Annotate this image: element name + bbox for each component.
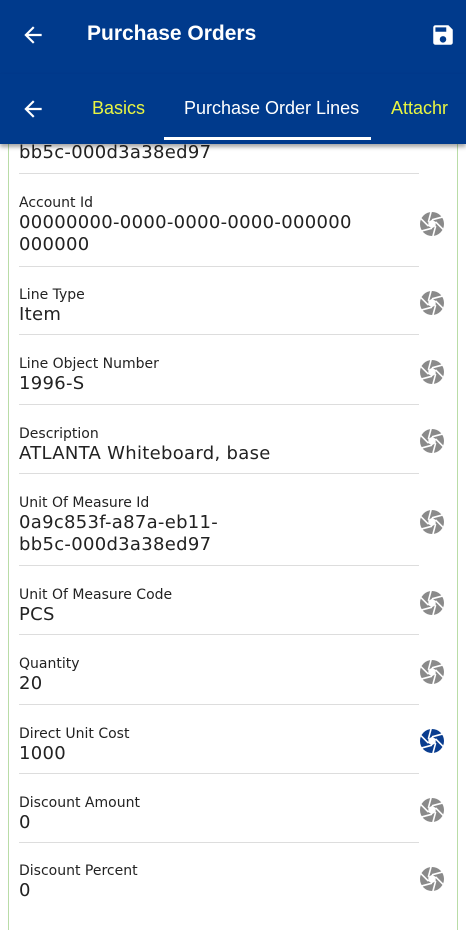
field-value: 20 [19, 673, 43, 694]
field-label: Line Type [19, 287, 85, 303]
aperture-icon[interactable] [419, 590, 445, 616]
field-label: Discount Amount [19, 795, 140, 811]
aperture-icon[interactable] [419, 290, 445, 316]
divider [19, 173, 419, 174]
field-value-continued: 000000 [19, 234, 90, 255]
field-label: Quantity [19, 656, 80, 672]
divider [19, 773, 419, 774]
field-discount-amount[interactable]: Discount Amount 0 [19, 794, 419, 834]
tab-back-arrow-icon[interactable] [20, 96, 46, 122]
field-label: Direct Unit Cost [19, 726, 130, 742]
field-unit-of-measure-code[interactable]: Unit Of Measure Code PCS [19, 586, 419, 626]
divider [19, 404, 419, 405]
tab-basics[interactable]: Basics [92, 98, 145, 119]
back-arrow-icon[interactable] [20, 22, 46, 48]
field-value: 0 [19, 812, 31, 833]
field-value: ATLANTA Whiteboard, base [19, 443, 271, 464]
field-unit-of-measure-id[interactable]: Unit Of Measure Id 0a9c853f-a87a-eb11- b… [19, 494, 419, 556]
tab-bar: Basics Purchase Order Lines Attachr [0, 74, 466, 144]
page-title: Purchase Orders [87, 22, 257, 45]
field-value: 1000 [19, 743, 67, 764]
aperture-icon[interactable] [419, 728, 445, 754]
divider [19, 704, 419, 705]
field-account-id[interactable]: Account Id 00000000-0000-0000-0000-00000… [19, 194, 419, 256]
field-value: 1996-S [19, 373, 85, 394]
aperture-icon[interactable] [419, 866, 445, 892]
field-direct-unit-cost[interactable]: Direct Unit Cost 1000 [19, 725, 419, 765]
app-bar: Purchase Orders [0, 0, 466, 74]
active-tab-indicator [164, 137, 371, 140]
aperture-icon[interactable] [419, 428, 445, 454]
field-label: Discount Percent [19, 863, 138, 879]
form-content: bb5c-000d3a38ed97 Account Id 00000000-00… [8, 130, 458, 930]
aperture-icon[interactable] [419, 797, 445, 823]
field-quantity[interactable]: Quantity 20 [19, 655, 419, 695]
field-value: 00000000-0000-0000-0000-000000 [19, 212, 352, 233]
field-label: Description [19, 426, 99, 442]
partial-field-value: bb5c-000d3a38ed97 [19, 142, 212, 163]
field-value: Item [19, 304, 62, 325]
divider [19, 334, 419, 335]
aperture-icon[interactable] [419, 359, 445, 385]
field-value-continued: bb5c-000d3a38ed97 [19, 534, 212, 555]
divider [19, 842, 419, 843]
field-line-object-number[interactable]: Line Object Number 1996-S [19, 355, 419, 395]
field-value: PCS [19, 604, 55, 625]
tab-purchase-order-lines[interactable]: Purchase Order Lines [184, 98, 359, 119]
field-label: Unit Of Measure Id [19, 495, 150, 511]
divider [19, 473, 419, 474]
partial-field: bb5c-000d3a38ed97 [19, 142, 419, 164]
divider [19, 634, 419, 635]
aperture-icon[interactable] [419, 659, 445, 685]
field-line-type[interactable]: Line Type Item [19, 286, 419, 326]
divider [19, 266, 419, 267]
field-description[interactable]: Description ATLANTA Whiteboard, base [19, 425, 419, 465]
field-label: Account Id [19, 195, 93, 211]
save-icon[interactable] [430, 22, 456, 48]
field-label: Unit Of Measure Code [19, 587, 173, 603]
field-label: Line Object Number [19, 356, 159, 372]
aperture-icon[interactable] [419, 509, 445, 535]
divider [19, 565, 419, 566]
tab-attachments[interactable]: Attachr [391, 98, 448, 119]
field-value: 0a9c853f-a87a-eb11- [19, 512, 219, 533]
field-discount-percent[interactable]: Discount Percent 0 [19, 862, 419, 902]
aperture-icon[interactable] [419, 211, 445, 237]
field-value: 0 [19, 880, 31, 901]
